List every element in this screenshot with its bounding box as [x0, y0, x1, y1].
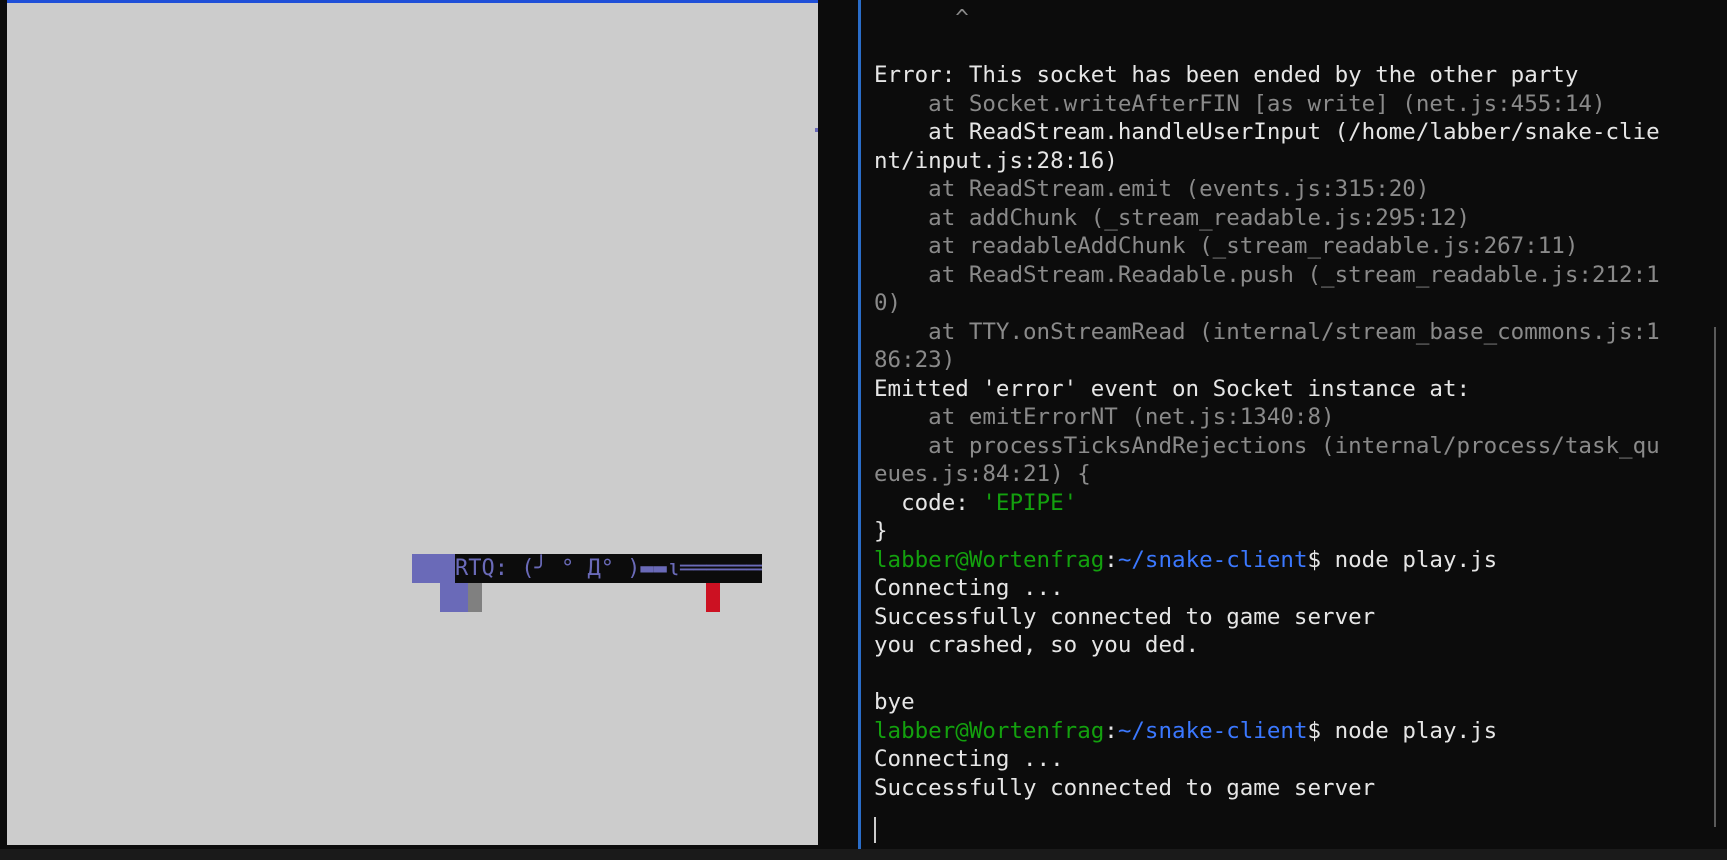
terminal-line: labber@Wortenfrag:~/snake-client$ node p…	[874, 717, 1497, 746]
snake-segment	[412, 554, 455, 583]
terminal-line: Connecting ...	[874, 745, 1064, 774]
terminal-line: code: 'EPIPE'	[874, 489, 1077, 518]
terminal-line: you crashed, so you ded.	[874, 631, 1199, 660]
terminal-scrollbar[interactable]	[1714, 327, 1716, 827]
terminal-text-segment: :	[1104, 717, 1118, 744]
terminal-line: labber@Wortenfrag:~/snake-client$ node p…	[874, 546, 1497, 575]
terminal-line: eues.js:84:21) {	[874, 460, 1091, 489]
terminal-text-segment: at ReadStream.handleUserInput (/home/lab…	[874, 119, 1660, 145]
terminal-line: 0)	[874, 289, 901, 318]
window-bottom-edge	[0, 849, 1727, 860]
game-window: RTQ: (╯ ° Д° )▬▬ι═══════	[0, 0, 825, 860]
terminal-text-segment: you crashed, so you ded.	[874, 632, 1200, 658]
terminal-text-segment: $ node play.js	[1307, 717, 1498, 744]
terminal-text-segment: eues.js:84:21) {	[874, 461, 1091, 487]
terminal-text-segment: Successfully connected to game server	[874, 774, 1376, 801]
terminal-text-segment: at processTicksAndRejections (internal/p…	[874, 432, 1660, 459]
terminal-line: at ReadStream.emit (events.js:315:20)	[874, 175, 1429, 204]
terminal-line: at readableAddChunk (_stream_readable.js…	[874, 232, 1578, 261]
terminal-line: at processTicksAndRejections (internal/p…	[874, 432, 1660, 461]
terminal-text-segment: Connecting ...	[874, 746, 1064, 772]
terminal-text-segment: nt/input.js:28:16)	[874, 147, 1118, 174]
terminal-text-segment: }	[874, 518, 888, 544]
terminal-line: at Socket.writeAfterFIN [as write] (net.…	[874, 90, 1606, 119]
terminal-text-segment: :	[1104, 546, 1118, 573]
terminal-text-segment: Error: This socket has been ended by the…	[874, 62, 1579, 88]
terminal-line: ^	[874, 4, 969, 33]
terminal-text-segment: 0)	[874, 290, 902, 316]
terminal-line: Error: This socket has been ended by the…	[874, 61, 1578, 90]
terminal-line: 86:23)	[874, 346, 955, 375]
terminal-line: at ReadStream.Readable.push (_stream_rea…	[874, 261, 1660, 290]
terminal-line: at TTY.onStreamRead (internal/stream_bas…	[874, 318, 1660, 347]
terminal-text-segment: labber@Wortenfrag	[874, 717, 1105, 744]
terminal-text-segment: 86:23)	[874, 347, 956, 373]
terminal-cursor	[874, 817, 876, 843]
terminal-line: at emitErrorNT (net.js:1340:8)	[874, 403, 1335, 432]
pane-divider[interactable]	[858, 0, 861, 860]
terminal-line: nt/input.js:28:16)	[874, 147, 1118, 176]
terminal-text-segment: at addChunk (_stream_readable.js:295:12)	[874, 204, 1471, 231]
terminal-text-segment: $ node play.js	[1307, 546, 1498, 573]
snake-head	[468, 583, 482, 612]
terminal-text-segment: Successfully connected to game server	[874, 603, 1376, 630]
terminal-text-segment: at emitErrorNT (net.js:1340:8)	[874, 404, 1335, 430]
terminal-text-segment: at Socket.writeAfterFIN [as write] (net.…	[874, 90, 1606, 117]
terminal-line: }	[874, 517, 888, 546]
terminal-text-segment: ^	[874, 5, 969, 31]
terminal-pane[interactable]: ^ Error: This socket has been ended by th…	[874, 0, 1704, 850]
food-pellet	[706, 583, 720, 612]
terminal-line: at addChunk (_stream_readable.js:295:12)	[874, 204, 1470, 233]
terminal-text-segment: labber@Wortenfrag	[874, 546, 1105, 573]
terminal-text-segment: ~/snake-client	[1117, 546, 1308, 573]
terminal-line: Successfully connected to game server	[874, 603, 1375, 632]
terminal-text-segment: at readableAddChunk (_stream_readable.js…	[874, 233, 1579, 259]
terminal-text-segment: Emitted 'error' event on Socket instance…	[874, 375, 1471, 402]
terminal-text-segment: Connecting ...	[874, 575, 1064, 601]
terminal-text-segment: ~/snake-client	[1117, 717, 1308, 744]
terminal-line: Connecting ...	[874, 574, 1064, 603]
terminal-line: Successfully connected to game server	[874, 774, 1375, 803]
terminal-text-segment: at ReadStream.emit (events.js:315:20)	[874, 176, 1430, 202]
terminal-line: at ReadStream.handleUserInput (/home/lab…	[874, 118, 1660, 147]
taunt-message: RTQ: (╯ ° Д° )▬▬ι═══════	[455, 554, 762, 583]
terminal-text-segment: bye	[874, 689, 915, 715]
terminal-text-segment: at ReadStream.Readable.push (_stream_rea…	[874, 261, 1660, 288]
terminal-text-segment: at TTY.onStreamRead (internal/stream_bas…	[874, 318, 1660, 345]
terminal-line: bye	[874, 688, 915, 717]
terminal-text-segment: 'EPIPE'	[982, 489, 1078, 516]
snake-segment	[440, 583, 468, 612]
terminal-text-segment: code:	[874, 489, 983, 516]
edge-marker	[815, 128, 818, 132]
terminal-line: Emitted 'error' event on Socket instance…	[874, 375, 1470, 404]
game-board[interactable]	[7, 3, 818, 845]
